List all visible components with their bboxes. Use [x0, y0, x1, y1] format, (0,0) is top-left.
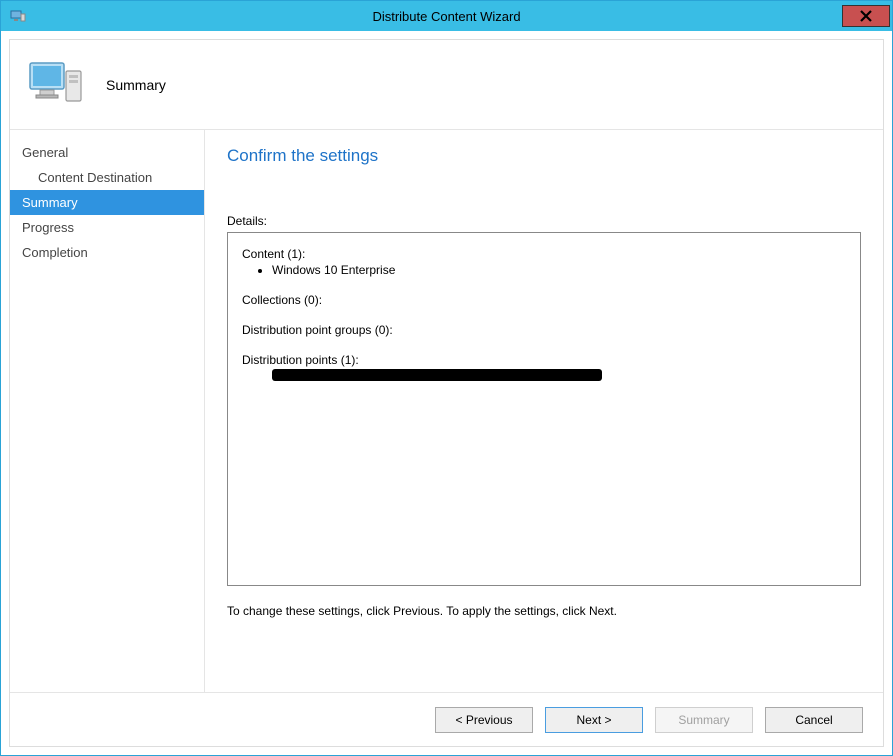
nav-content-destination[interactable]: Content Destination	[10, 165, 204, 190]
instruction-text: To change these settings, click Previous…	[227, 604, 861, 618]
confirm-heading: Confirm the settings	[227, 146, 861, 166]
summary-button[interactable]: Summary	[655, 707, 753, 733]
dp-section-heading: Distribution points (1):	[242, 353, 846, 367]
content-item: Windows 10 Enterprise	[272, 263, 846, 277]
title-bar: Distribute Content Wizard	[1, 1, 892, 31]
content-pane: Confirm the settings Details: Content (1…	[205, 130, 883, 692]
cancel-button[interactable]: Cancel	[765, 707, 863, 733]
nav-summary[interactable]: Summary	[10, 190, 204, 215]
content-section-heading: Content (1):	[242, 247, 846, 261]
window-frame: Distribute Content Wizard Summary	[0, 0, 893, 756]
page-heading: Summary	[106, 77, 166, 93]
dp-groups-section-heading: Distribution point groups (0):	[242, 323, 846, 337]
button-bar: < Previous Next > Summary Cancel	[10, 692, 883, 746]
nav-pane: General Content Destination Summary Prog…	[10, 130, 205, 692]
wizard-body: Summary General Content Destination Summ…	[9, 39, 884, 747]
window-title: Distribute Content Wizard	[1, 9, 892, 24]
body-area: General Content Destination Summary Prog…	[10, 130, 883, 692]
next-button[interactable]: Next >	[545, 707, 643, 733]
nav-completion[interactable]: Completion	[10, 240, 204, 265]
nav-general[interactable]: General	[10, 140, 204, 165]
redacted-value	[272, 369, 602, 381]
nav-progress[interactable]: Progress	[10, 215, 204, 240]
details-label: Details:	[227, 214, 861, 228]
collections-section-heading: Collections (0):	[242, 293, 846, 307]
monitor-icon	[28, 57, 86, 112]
details-box: Content (1): Windows 10 Enterprise Colle…	[227, 232, 861, 586]
header-band: Summary	[10, 40, 883, 130]
previous-button[interactable]: < Previous	[435, 707, 533, 733]
